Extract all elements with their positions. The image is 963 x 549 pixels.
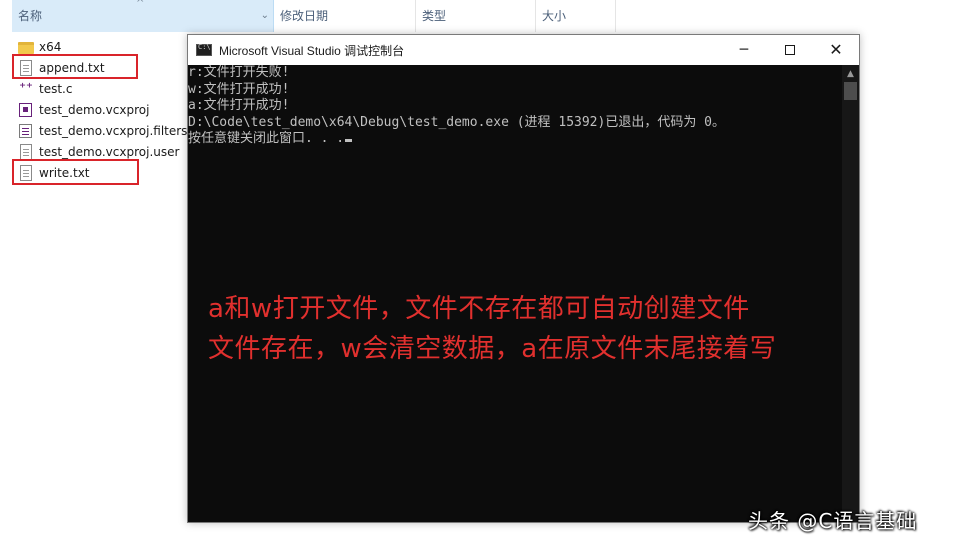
scroll-up-arrow-icon[interactable]: ▲ xyxy=(842,69,859,79)
console-output: r:文件打开失败! w:文件打开成功! a:文件打开成功! D:\Code\te… xyxy=(188,65,843,522)
console-app-icon xyxy=(196,43,212,56)
console-line: r:文件打开失败! xyxy=(188,65,290,80)
file-name: test_demo.vcxproj.filters xyxy=(39,123,188,138)
column-date-header[interactable]: 修改日期 xyxy=(274,0,416,32)
console-prompt-text: 按任意键关闭此窗口. . . xyxy=(188,131,345,146)
debug-console-window: Microsoft Visual Studio 调试控制台 ─ ✕ r:文件打开… xyxy=(187,34,860,523)
text-cursor xyxy=(345,139,353,142)
console-line: a:文件打开成功! xyxy=(188,98,290,113)
maximize-button[interactable] xyxy=(767,35,813,65)
highlight-box-append xyxy=(12,54,138,79)
close-button[interactable]: ✕ xyxy=(813,35,859,65)
column-size-header[interactable]: 大小 xyxy=(536,0,616,32)
sort-ascending-icon: ^ xyxy=(136,0,145,9)
console-prompt-line: 按任意键关闭此窗口. . . xyxy=(188,131,843,148)
highlight-box-write xyxy=(12,159,139,185)
folder-icon xyxy=(18,41,34,54)
maximize-icon xyxy=(785,45,795,55)
minimize-button[interactable]: ─ xyxy=(721,35,767,65)
scrollbar-thumb[interactable] xyxy=(844,82,857,100)
file-name: test.c xyxy=(39,81,73,96)
vcxproj-icon xyxy=(19,102,32,117)
file-row-vcxproj[interactable]: test_demo.vcxproj xyxy=(18,99,188,120)
file-name: test_demo.vcxproj xyxy=(39,102,150,117)
annotation-line: a和w打开文件，文件不存在都可自动创建文件 xyxy=(208,294,750,324)
file-name: test_demo.vcxproj.user xyxy=(39,144,180,159)
column-type-header[interactable]: 类型 xyxy=(416,0,536,32)
file-row-vcxproj-filters[interactable]: test_demo.vcxproj.filters xyxy=(18,120,188,141)
console-titlebar[interactable]: Microsoft Visual Studio 调试控制台 ─ ✕ xyxy=(188,35,859,65)
red-annotation: a和w打开文件，文件不存在都可自动创建文件 文件存在，w会清空数据，a在原文件末… xyxy=(208,289,843,369)
chevron-down-icon[interactable]: ⌄ xyxy=(261,0,269,32)
column-size-label: 大小 xyxy=(542,9,567,23)
console-line: D:\Code\test_demo\x64\Debug\test_demo.ex… xyxy=(188,114,725,130)
column-header-bar: 名称 ⌄ ^ 修改日期 类型 大小 xyxy=(0,0,963,32)
file-name: x64 xyxy=(39,39,62,54)
file-row-test-c[interactable]: ⁺⁺ test.c xyxy=(18,78,188,99)
annotation-line: 文件存在，w会清空数据，a在原文件末尾接着写 xyxy=(208,334,777,364)
c-source-icon: ⁺⁺ xyxy=(19,80,33,96)
console-scrollbar[interactable]: ▲ xyxy=(842,65,859,522)
column-date-label: 修改日期 xyxy=(280,9,329,23)
user-file-icon xyxy=(20,143,32,160)
column-type-label: 类型 xyxy=(422,9,447,23)
watermark: 头条 @C语言基础 xyxy=(748,509,918,533)
console-line: w:文件打开成功! xyxy=(188,81,290,97)
column-name-label: 名称 xyxy=(18,9,43,23)
filters-file-icon xyxy=(19,123,32,138)
console-title: Microsoft Visual Studio 调试控制台 xyxy=(219,43,405,58)
